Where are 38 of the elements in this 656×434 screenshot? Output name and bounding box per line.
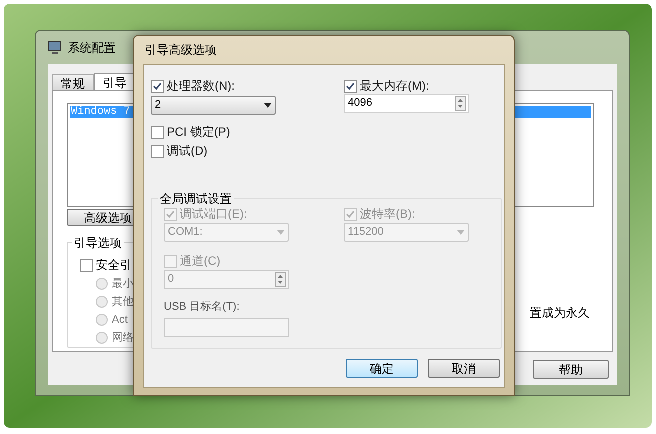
- checkbox[interactable]: [344, 80, 357, 92]
- checkbox-label: PCI 锁定(P): [167, 124, 230, 141]
- checkbox-label: 最大内存(M):: [360, 78, 430, 95]
- dropdown-arrow-icon: [264, 103, 272, 108]
- ok-button[interactable]: 确定: [346, 359, 418, 378]
- group-title: 引导选项: [72, 234, 124, 252]
- spin-arrows-icon: [455, 96, 466, 111]
- spin-arrows-icon: [275, 272, 286, 287]
- dropdown-arrow-icon: [277, 230, 285, 235]
- dropdown[interactable]: 2: [151, 96, 276, 115]
- checkbox[interactable]: [151, 80, 164, 92]
- tab[interactable]: 常规: [52, 74, 94, 90]
- checkbox[interactable]: [151, 126, 164, 138]
- radio-label: 网络: [112, 330, 134, 346]
- help-button[interactable]: 帮助: [533, 360, 609, 379]
- radio-label: Act: [112, 312, 128, 328]
- checkbox-label: 通道(C): [180, 253, 221, 270]
- radio-button[interactable]: [96, 296, 108, 308]
- checkbox-label: 调试端口(E):: [180, 206, 248, 223]
- checkbox-label: 安全引: [96, 257, 132, 274]
- radio-button[interactable]: [96, 332, 108, 344]
- radio-label: 其他: [112, 294, 134, 310]
- checkbox-label: 调试(D): [167, 143, 208, 160]
- dialog-title: 引导高级选项: [145, 42, 217, 59]
- checkbox-label: 处理器数(N):: [167, 78, 235, 95]
- permanent-setting-text: 置成为永久: [530, 305, 590, 322]
- window-title: 系统配置: [68, 40, 116, 56]
- radio-button[interactable]: [96, 278, 108, 290]
- spin-field[interactable]: 4096: [344, 94, 469, 113]
- computer-icon: [48, 40, 62, 54]
- checkbox[interactable]: [80, 258, 93, 272]
- radio-button[interactable]: [96, 314, 108, 326]
- checkbox[interactable]: [151, 144, 164, 158]
- checkbox-label: 波特率(B):: [360, 206, 416, 223]
- dropdown-arrow-icon: [457, 230, 465, 235]
- field-label: USB 目标名(T):: [164, 300, 241, 315]
- radio-label: 最小: [112, 276, 134, 292]
- cancel-button[interactable]: 取消: [428, 359, 500, 378]
